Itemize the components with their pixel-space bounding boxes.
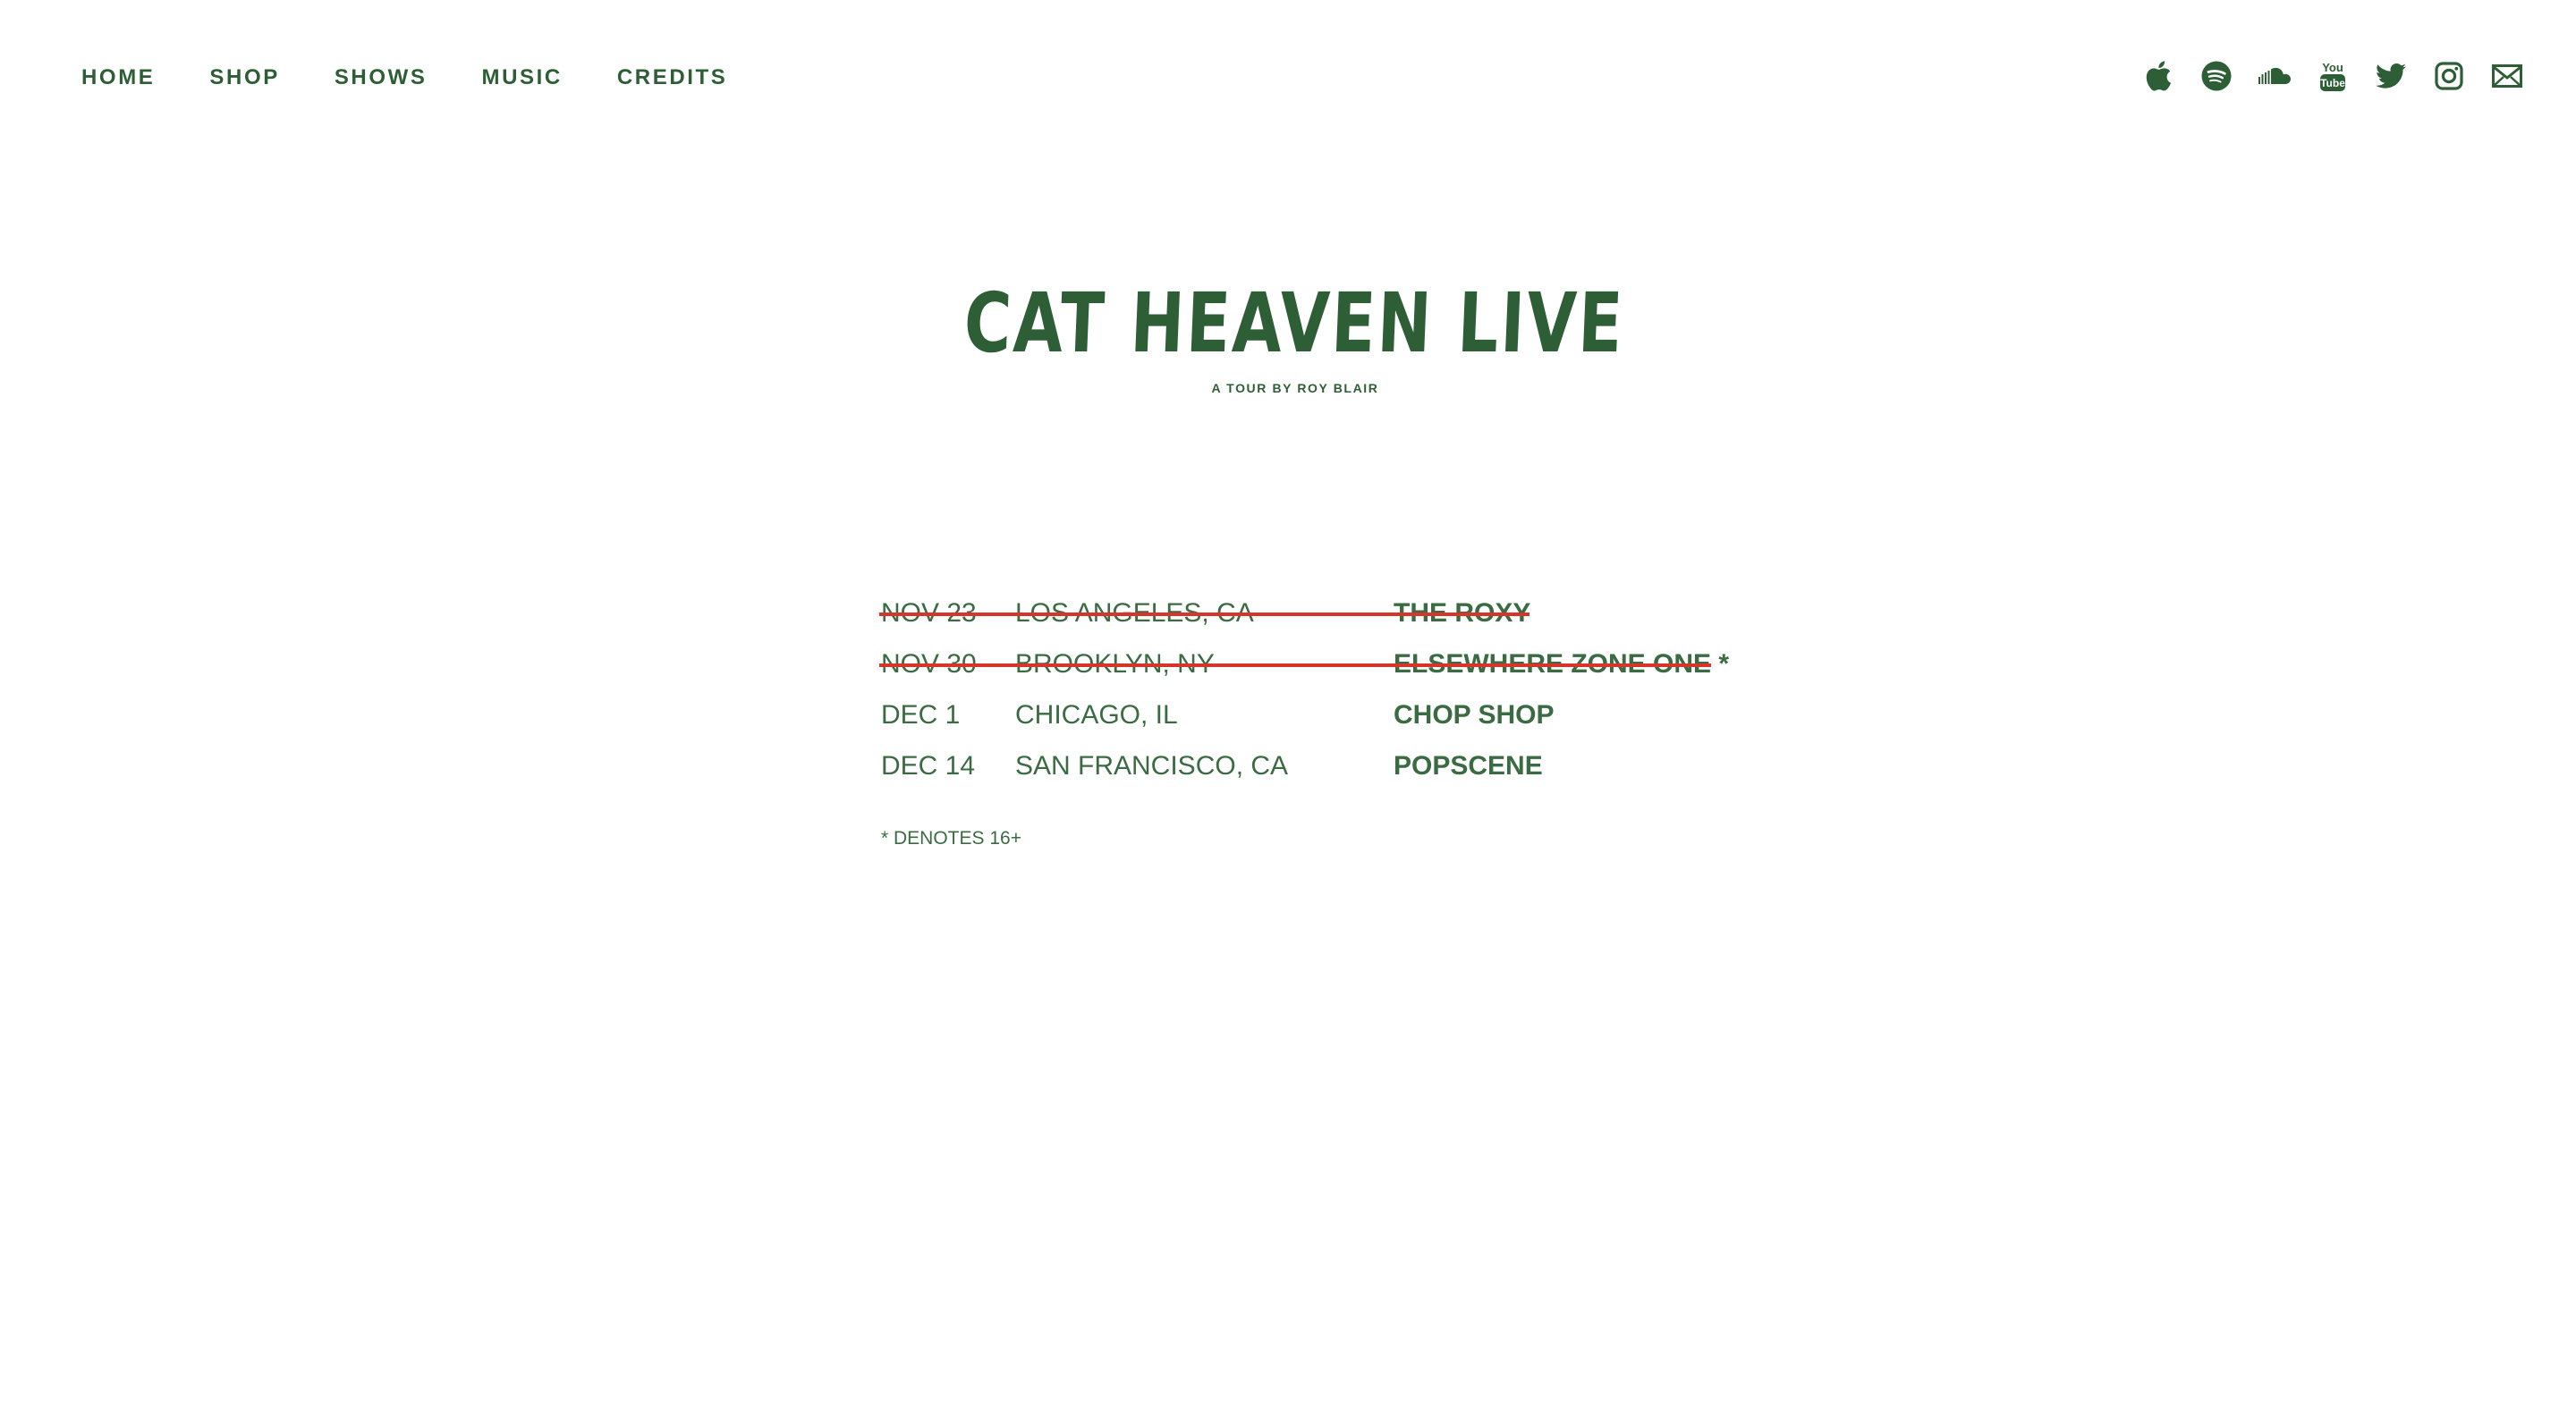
twitter-icon[interactable] xyxy=(2374,59,2408,93)
page-subtitle: A TOUR BY ROY BLAIR xyxy=(1211,381,1379,395)
nav-music[interactable]: MUSIC xyxy=(482,64,563,91)
youtube-text-top: You xyxy=(2322,61,2343,74)
show-city: CHICAGO, IL xyxy=(1015,700,1178,730)
apple-music-icon[interactable] xyxy=(2141,59,2175,93)
spotify-icon[interactable] xyxy=(2199,59,2233,93)
hero: CAT HEAVEN LIVE A TOUR BY ROY BLAIR xyxy=(0,275,2576,395)
show-date: DEC 1 xyxy=(881,700,961,730)
show-venue[interactable]: POPSCENE xyxy=(1394,746,1543,787)
youtube-text-bottom: Tube xyxy=(2320,77,2345,89)
youtube-icon[interactable]: You Tube xyxy=(2316,59,2350,93)
nav-shop[interactable]: SHOP xyxy=(209,64,279,91)
soundcloud-icon[interactable] xyxy=(2258,59,2292,93)
cancelled-strikethrough xyxy=(879,613,1530,616)
cancelled-strikethrough xyxy=(879,663,1711,667)
email-icon[interactable] xyxy=(2490,59,2524,93)
show-date: DEC 14 xyxy=(881,751,976,781)
age-note: * DENOTES 16+ xyxy=(881,828,1021,849)
nav-shows[interactable]: SHOWS xyxy=(335,64,428,91)
nav-credits[interactable]: CREDITS xyxy=(617,64,728,91)
show-city: SAN FRANCISCO, CA xyxy=(1015,751,1289,781)
main-nav: HOME SHOP SHOWS MUSIC CREDITS xyxy=(81,64,782,91)
social-links: You Tube xyxy=(2117,59,2524,93)
instagram-icon[interactable] xyxy=(2432,59,2466,93)
show-venue[interactable]: CHOP SHOP xyxy=(1394,695,1555,736)
page-title: CAT HEAVEN LIVE xyxy=(962,275,1627,371)
nav-home[interactable]: HOME xyxy=(81,64,155,91)
